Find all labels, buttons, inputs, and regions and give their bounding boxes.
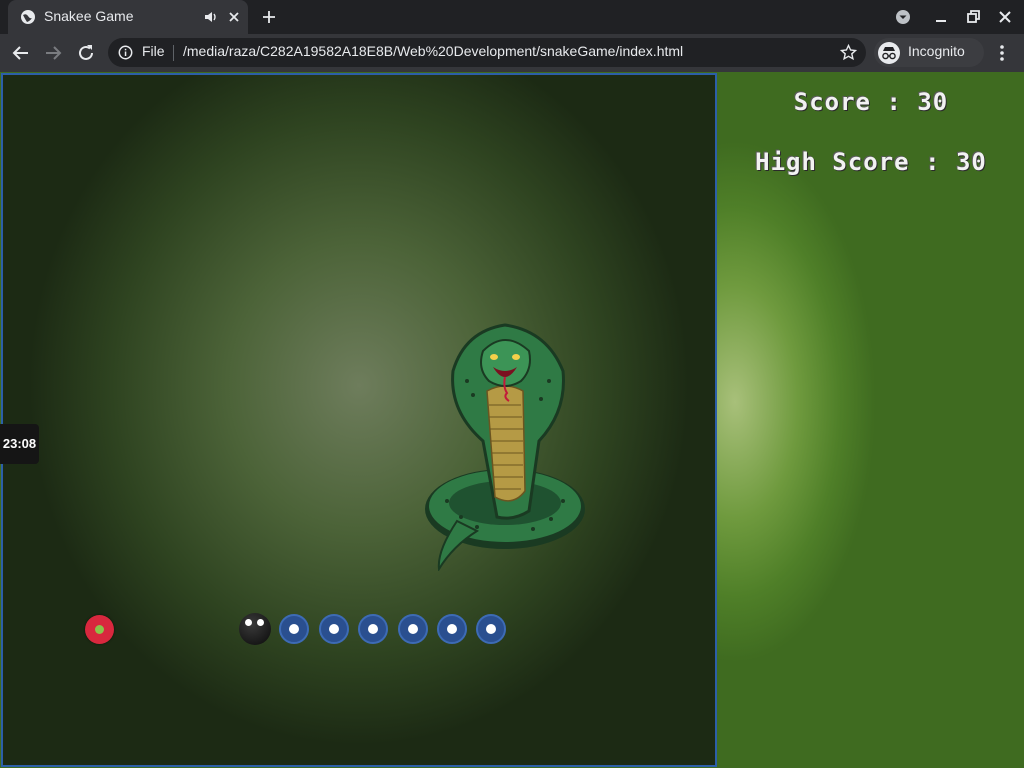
score-label: Score : [793,88,918,116]
tab-title: Snakee Game [44,8,134,24]
incognito-icon [878,42,900,64]
food-center-dot [95,625,104,634]
high-score-display: High Score : 30 [718,148,1024,176]
snake-eye [257,619,264,626]
speaker-icon[interactable] [204,10,218,24]
browser-toolbar: File /media/raza/C282A19582A18E8B/Web%20… [0,34,1024,72]
incognito-indicator[interactable]: Incognito [874,38,984,67]
tab-strip: Snakee Game [0,0,1024,34]
snake-segment [398,614,428,644]
omnibox-divider [173,45,174,61]
forward-icon[interactable] [42,42,64,64]
cobra-illustration [425,323,585,571]
restore-icon[interactable] [964,8,982,26]
snake-segment [437,614,467,644]
info-icon[interactable] [118,45,133,60]
address-bar[interactable]: File /media/raza/C282A19582A18E8B/Web%20… [108,38,866,67]
snake-segment [476,614,506,644]
close-tab-icon[interactable] [226,9,242,25]
segment-dot [368,624,378,634]
globe-icon [21,10,35,24]
segment-dot [486,624,496,634]
snake-segment [319,614,349,644]
snake-segment [279,614,309,644]
segment-dot [408,624,418,634]
snake-eye [245,619,252,626]
score-display: Score : 30 [718,88,1024,116]
food-item [85,615,114,644]
score-value: 30 [917,88,949,116]
url-text[interactable]: /media/raza/C282A19582A18E8B/Web%20Devel… [183,43,683,59]
incognito-label: Incognito [908,43,965,59]
snake-head [239,613,271,645]
game-page: 23:08 Score : 30 High Score : 30 [0,72,1024,768]
url-scheme-label: File [142,43,165,59]
bookmark-star-icon[interactable] [840,44,857,61]
browser-tab[interactable]: Snakee Game [8,0,248,34]
high-score-label: High Score : [755,148,956,176]
close-window-icon[interactable] [996,8,1014,26]
high-score-value: 30 [955,148,987,176]
minimize-icon[interactable] [932,8,950,26]
tab-search-icon[interactable] [894,8,912,26]
snake-segment [358,614,388,644]
new-tab-icon[interactable] [260,8,278,26]
time-badge: 23:08 [0,424,39,464]
kebab-menu-icon[interactable] [994,43,1010,63]
game-board [1,73,717,767]
segment-dot [329,624,339,634]
back-icon[interactable] [10,42,32,64]
segment-dot [447,624,457,634]
segment-dot [289,624,299,634]
reload-icon[interactable] [75,42,97,64]
